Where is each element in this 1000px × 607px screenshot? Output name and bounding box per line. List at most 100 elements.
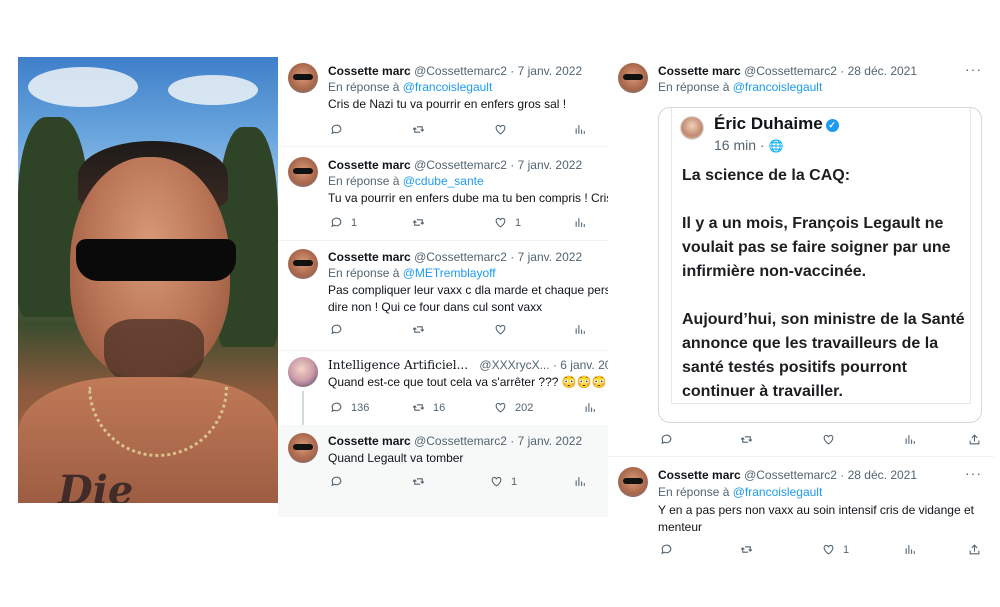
tweet-text: Tu va pourrir en enfers dube ma tu ben c… [328, 191, 608, 205]
tweet-date[interactable]: · 28 déc. 2021 [840, 468, 917, 482]
avatar[interactable] [288, 433, 318, 463]
author-handle[interactable]: @Cossettemarc2 [414, 250, 507, 264]
verified-badge-icon: ✓ [825, 119, 839, 132]
reply-button[interactable] [330, 475, 351, 488]
reply-prefix: En réponse à [658, 80, 730, 94]
analytics-button[interactable] [574, 475, 587, 488]
retweet-button[interactable]: 16 [412, 401, 445, 414]
like-button[interactable]: 202 [494, 401, 533, 414]
reply-prefix: En réponse à [328, 174, 400, 188]
author-name[interactable]: Cossette marc [658, 468, 741, 482]
more-options-icon[interactable]: ··· [965, 61, 982, 77]
analytics-icon [575, 477, 585, 486]
tweet[interactable]: Intelligence Artificiel... @XXXrycX... ·… [278, 353, 608, 425]
like-button[interactable] [494, 123, 515, 136]
tweet-date[interactable]: · 7 janv. 2022 [510, 64, 582, 78]
reply-button[interactable] [660, 543, 673, 556]
author-handle[interactable]: @Cossettemarc2 [414, 158, 507, 172]
tweet-actions: 1 [328, 475, 588, 491]
analytics-button[interactable] [574, 323, 587, 336]
author-handle[interactable]: @Cossettemarc2 [414, 64, 507, 78]
embedded-post-image[interactable]: Éric Duhaime ✓ 16 min · 🌐 La science de l… [658, 107, 982, 423]
avatar[interactable] [288, 357, 318, 387]
more-options-icon[interactable]: ··· [965, 465, 982, 481]
retweet-button[interactable] [740, 433, 753, 446]
retweet-button[interactable] [412, 123, 433, 136]
author-handle[interactable]: @Cossettemarc2 [744, 468, 837, 482]
tweet[interactable]: Cossette marc @Cossettemarc2 · 28 déc. 2… [608, 459, 994, 567]
share-button[interactable] [968, 543, 981, 556]
heart-icon [823, 434, 834, 445]
avatar[interactable] [288, 157, 318, 187]
author-name[interactable]: Cossette marc [328, 250, 411, 264]
analytics-icon [585, 403, 595, 412]
embed-paragraph: La science de la CAQ: [682, 167, 851, 184]
like-button[interactable]: 1 [494, 216, 521, 229]
tweet-actions: 136 16 202 [328, 401, 595, 417]
retweet-button[interactable] [740, 543, 753, 556]
author-handle[interactable]: @Cossettemarc2 [414, 434, 507, 448]
facebook-post: Éric Duhaime ✓ 16 min · 🌐 La science de l… [671, 108, 971, 404]
share-icon [969, 434, 980, 445]
tweet-date[interactable]: · 28 déc. 2021 [840, 64, 917, 78]
like-button[interactable]: 1 [822, 543, 849, 556]
analytics-icon [905, 545, 915, 554]
tweet[interactable]: Cossette marc @Cossettemarc2 · 7 janv. 2… [278, 425, 608, 517]
retweet-button[interactable] [412, 323, 433, 336]
avatar[interactable] [618, 63, 648, 93]
sunglasses [76, 239, 236, 281]
reply-icon [331, 476, 342, 487]
reply-mention[interactable]: @francoislegault [733, 80, 823, 94]
reply-thread-panel: Cossette marc @Cossettemarc2 · 7 janv. 2… [278, 57, 608, 517]
analytics-button[interactable] [574, 123, 587, 136]
author-name[interactable]: Cossette marc [658, 64, 741, 78]
tweet-date[interactable]: · 7 janv. 2022 [510, 158, 582, 172]
like-button[interactable] [494, 323, 515, 336]
avatar[interactable] [288, 63, 318, 93]
retweet-icon [412, 219, 425, 226]
tweet-text: Y en a pas pers non vaxx au soin intensi… [658, 503, 974, 534]
retweet-button[interactable] [412, 475, 433, 488]
reply-mention[interactable]: @francoislegault [733, 485, 823, 499]
tweet-date[interactable]: · 6 janv. 20 [553, 358, 608, 372]
analytics-button[interactable] [574, 216, 587, 229]
tweet[interactable]: Cossette marc @Cossettemarc2 · 7 janv. 2… [278, 149, 608, 241]
reply-icon [661, 434, 672, 445]
author-name[interactable]: Intelligence Artificiel... [328, 358, 468, 372]
tweet-date[interactable]: · 7 janv. 2022 [510, 250, 582, 264]
profile-photo: Die [18, 57, 278, 503]
author-name[interactable]: Cossette marc [328, 64, 411, 78]
reply-icon [331, 124, 342, 135]
tweet-date[interactable]: · 7 janv. 2022 [510, 434, 582, 448]
retweet-button[interactable] [412, 216, 433, 229]
retweet-icon [740, 436, 753, 443]
analytics-button[interactable] [904, 433, 917, 446]
tweet[interactable]: Cossette marc @Cossettemarc2 · 28 déc. 2… [608, 57, 994, 457]
tweet[interactable]: Cossette marc @Cossettemarc2 · 7 janv. 2… [278, 57, 608, 147]
heart-icon [495, 324, 506, 335]
retweet-icon [740, 546, 753, 553]
like-button[interactable]: 1 [490, 475, 517, 488]
author-handle[interactable]: @XXXrycX... [479, 358, 549, 372]
analytics-button[interactable] [904, 543, 917, 556]
author-name[interactable]: Cossette marc [328, 434, 411, 448]
embed-paragraph: Il y a un mois, François Legault ne voul… [682, 215, 951, 280]
reply-button[interactable]: 1 [330, 216, 357, 229]
reply-mention[interactable]: @cdube_sante [403, 174, 484, 188]
tweet-actions [328, 123, 588, 139]
author-name[interactable]: Cossette marc [328, 158, 411, 172]
reply-button[interactable]: 136 [330, 401, 369, 414]
share-button[interactable] [968, 433, 981, 446]
author-handle[interactable]: @Cossettemarc2 [744, 64, 837, 78]
reply-button[interactable] [330, 323, 351, 336]
reply-button[interactable] [330, 123, 351, 136]
reply-mention[interactable]: @METremblayoff [403, 266, 496, 280]
reply-mention[interactable]: @francoislegault [403, 80, 493, 94]
reply-button[interactable] [660, 433, 673, 446]
avatar [680, 116, 704, 140]
like-button[interactable] [822, 433, 835, 446]
analytics-button[interactable] [584, 401, 597, 414]
avatar[interactable] [618, 467, 648, 497]
tweet[interactable]: Cossette marc @Cossettemarc2 · 7 janv. 2… [278, 243, 608, 351]
avatar[interactable] [288, 249, 318, 279]
